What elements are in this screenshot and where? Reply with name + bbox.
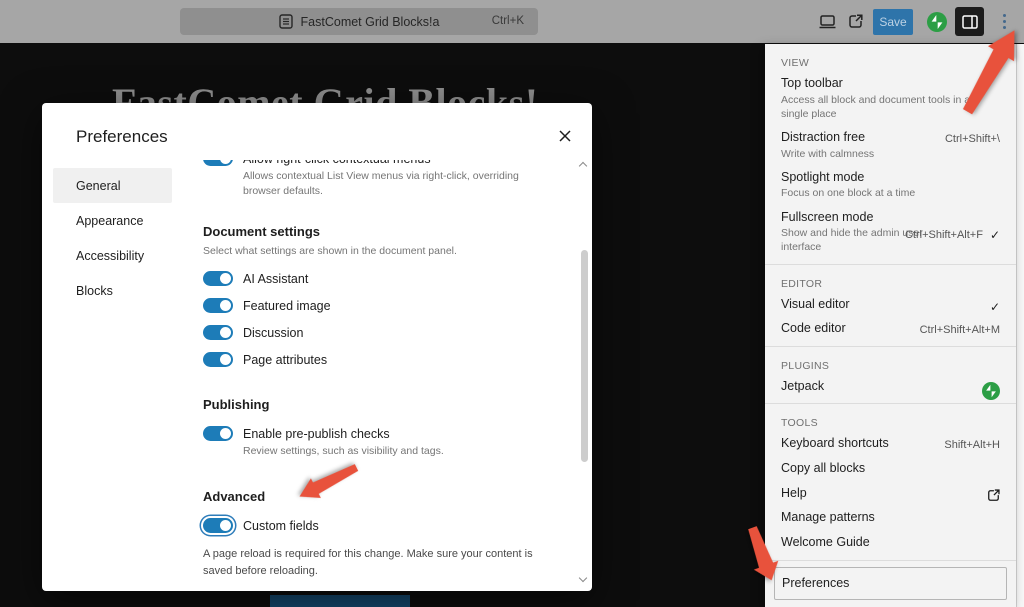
menu-item-preferences[interactable]: Preferences — [774, 567, 1007, 601]
view-post-external-icon[interactable] — [841, 8, 869, 36]
heading-publishing: Publishing — [203, 397, 548, 412]
tab-accessibility[interactable]: Accessibility — [53, 238, 172, 273]
modal-title: Preferences — [76, 127, 168, 147]
options-menu: VIEW Top toolbar Access all block and do… — [765, 44, 1016, 607]
modal-scrollbar[interactable] — [581, 250, 588, 462]
reload-note: A page reload is required for this chang… — [203, 546, 548, 580]
page-scroll-gutter — [1016, 44, 1024, 607]
save-button[interactable]: Save — [873, 9, 913, 35]
toggle-ai-assistant[interactable] — [203, 271, 233, 286]
heading-document-settings: Document settings — [203, 224, 548, 239]
menu-item-fullscreen-mode[interactable]: Fullscreen mode Show and hide the admin … — [765, 205, 1016, 259]
tab-general[interactable]: General — [53, 168, 172, 203]
toggle-prepublish-checks[interactable] — [203, 426, 233, 441]
tab-appearance[interactable]: Appearance — [53, 203, 172, 238]
menu-section-editor: EDITOR — [765, 270, 1016, 292]
menu-item-manage-patterns[interactable]: Manage patterns — [765, 505, 1016, 530]
tab-blocks[interactable]: Blocks — [53, 273, 172, 308]
check-icon: ✓ — [990, 300, 1000, 314]
menu-item-code-editor[interactable]: Code editor Ctrl+Shift+Alt+M — [765, 316, 1016, 341]
toggle-featured-image[interactable] — [203, 298, 233, 313]
toggle-discussion[interactable] — [203, 325, 233, 340]
menu-item-jetpack[interactable]: Jetpack — [765, 374, 1016, 399]
toggle-custom-fields[interactable] — [203, 518, 233, 533]
menu-item-copy-all-blocks[interactable]: Copy all blocks — [765, 456, 1016, 481]
menu-item-visual-editor[interactable]: Visual editor ✓ — [765, 292, 1016, 317]
menu-section-tools: TOOLS — [765, 409, 1016, 431]
check-icon: ✓ — [990, 228, 1000, 242]
preferences-modal: Preferences General Appearance Accessibi… — [42, 103, 592, 591]
preferences-tab-list: General Appearance Accessibility Blocks — [42, 168, 186, 308]
post-title-behind-modal: FastComet Grid Blocks! — [112, 79, 539, 103]
settings-sidebar-toggle[interactable] — [955, 7, 984, 36]
menu-item-help[interactable]: Help — [765, 481, 1016, 506]
document-title: FastComet Grid Blocks!a — [301, 15, 440, 29]
preview-icon[interactable] — [813, 8, 841, 36]
editor-top-bar: FastComet Grid Blocks!a Ctrl+K Save — [0, 0, 1024, 43]
command-shortcut: Ctrl+K — [492, 15, 524, 27]
jetpack-icon — [982, 382, 1000, 400]
menu-item-keyboard-shortcuts[interactable]: Keyboard shortcuts Shift+Alt+H — [765, 431, 1016, 456]
toggle-page-attributes[interactable] — [203, 352, 233, 367]
menu-item-distraction-free[interactable]: Distraction free Write with calmness Ctr… — [765, 125, 1016, 165]
close-icon[interactable] — [552, 123, 578, 149]
external-link-icon — [987, 489, 1000, 502]
command-palette-field[interactable]: FastComet Grid Blocks!a Ctrl+K — [180, 8, 538, 35]
heading-advanced: Advanced — [203, 489, 548, 504]
preferences-content: Allow right-click contextual menus Allow… — [186, 160, 592, 591]
menu-item-welcome-guide[interactable]: Welcome Guide — [765, 530, 1016, 555]
toggle-right-click-menus[interactable] — [203, 160, 233, 166]
menu-section-plugins: PLUGINS — [765, 352, 1016, 374]
editor-canvas-dimmed: FastComet Grid Blocks! — [0, 43, 765, 103]
menu-item-spotlight-mode[interactable]: Spotlight mode Focus on one block at a t… — [765, 165, 1016, 205]
document-icon — [279, 14, 293, 29]
dimmed-editor-block — [270, 595, 410, 607]
jetpack-icon[interactable] — [927, 12, 947, 32]
menu-divider — [765, 560, 1016, 561]
